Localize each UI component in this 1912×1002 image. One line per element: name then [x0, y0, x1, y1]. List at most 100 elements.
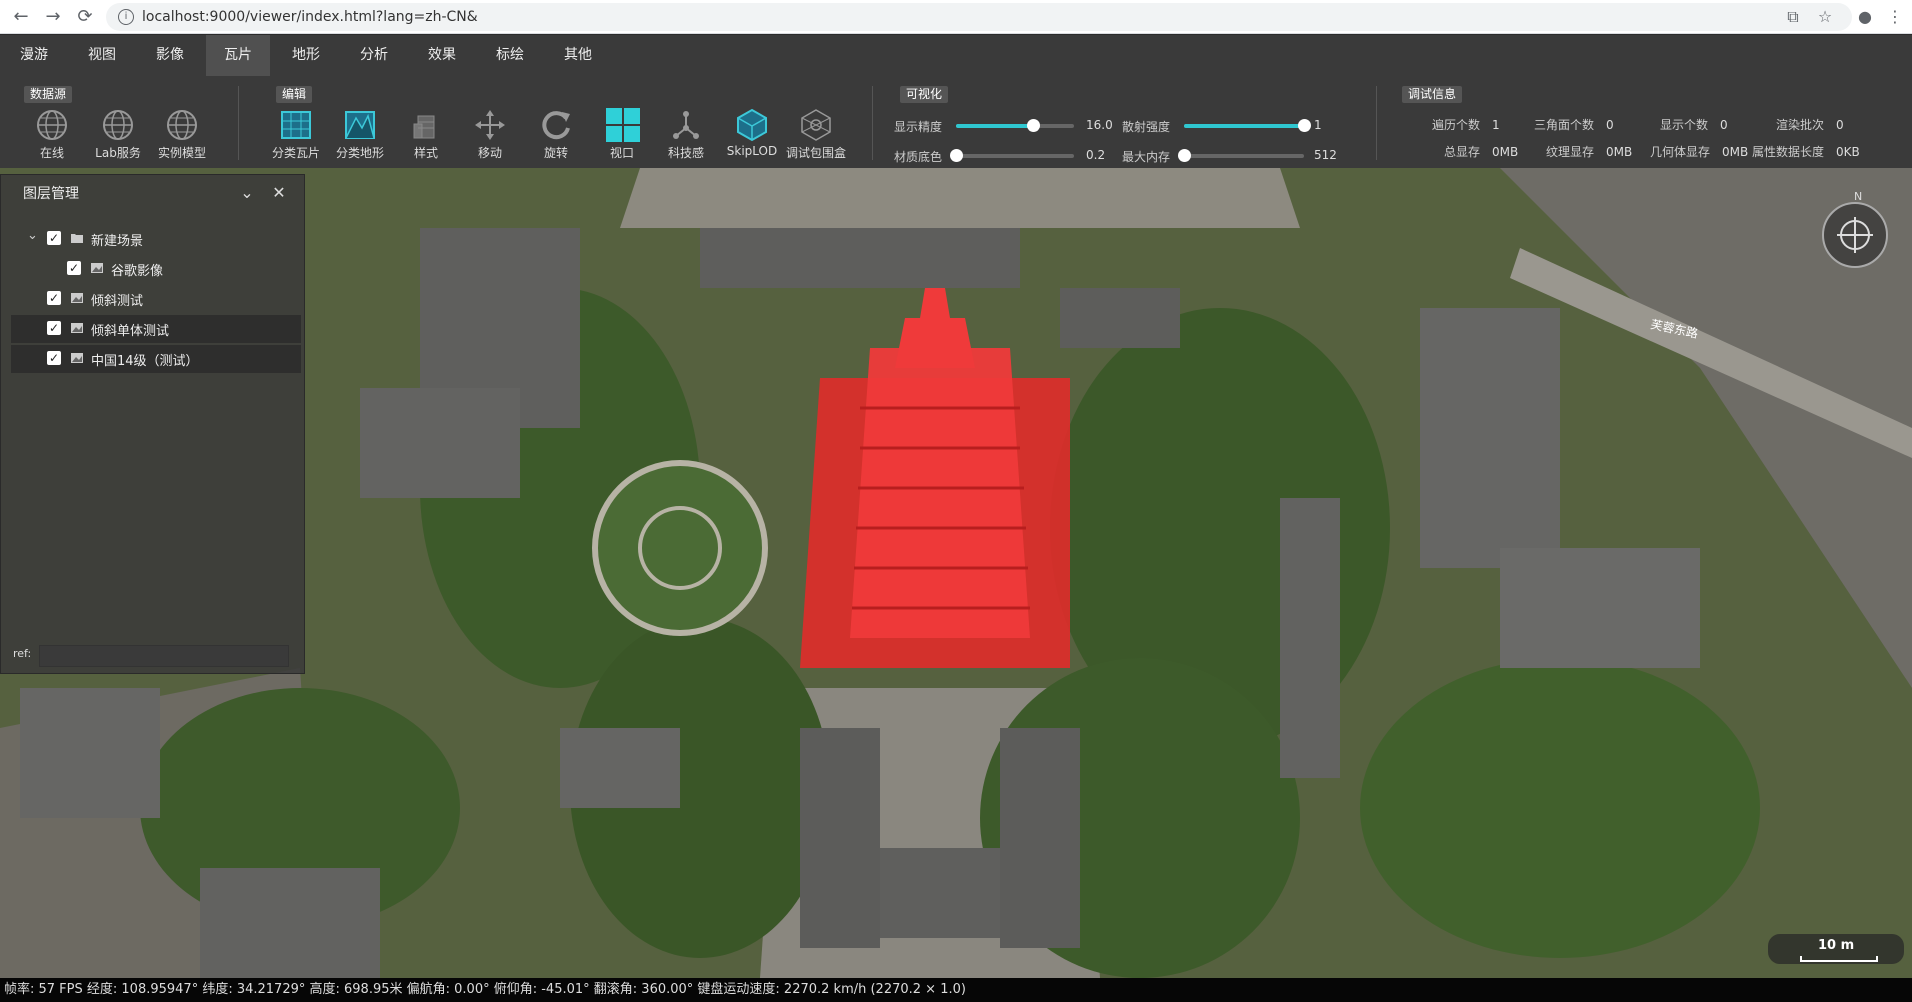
base-color-value: 0.2 — [1086, 148, 1106, 162]
menu-roam[interactable]: 漫游 — [2, 35, 66, 76]
debug-triangle-count: 三角面个数 0 — [1534, 116, 1614, 133]
debug-display-count: 显示个数 0 — [1660, 116, 1728, 133]
image-layer-icon — [91, 263, 103, 273]
checkbox-google-imagery[interactable]: ✓ — [67, 261, 81, 275]
total-memory-value: 0MB — [1492, 145, 1519, 159]
tech-style-button[interactable]: 科技感 — [656, 108, 716, 162]
move-label: 移动 — [477, 146, 502, 160]
building-style-icon — [413, 115, 435, 139]
menu-plotting[interactable]: 标绘 — [478, 35, 542, 76]
texture-memory-value: 0MB — [1606, 145, 1633, 159]
menu-other[interactable]: 其他 — [546, 35, 610, 76]
display-count-label: 显示个数 — [1660, 118, 1709, 132]
bounding-box-icon — [801, 109, 831, 141]
max-memory-slider[interactable] — [1178, 149, 1304, 162]
checkbox-scene-root[interactable]: ✓ — [47, 231, 61, 245]
tree-item-china-level14[interactable]: ✓ 中国14级（测试） — [11, 345, 301, 373]
menu-imagery[interactable]: 影像 — [138, 35, 202, 76]
skiplod-button[interactable]: SkipLOD — [722, 108, 782, 162]
max-memory-value: 512 — [1314, 148, 1337, 162]
scatter-slider[interactable] — [1184, 119, 1311, 132]
precision-slider-fill — [956, 124, 1033, 128]
reload-icon[interactable]: ⟳ — [74, 6, 96, 28]
debug-traverse-count: 遍历个数 1 — [1432, 116, 1500, 133]
tree-item-oblique-monomer-test[interactable]: ✓ 倾斜单体测试 — [11, 315, 301, 343]
address-bar[interactable]: i localhost:9000/viewer/index.html?lang=… — [106, 3, 1852, 31]
forward-icon[interactable]: → — [42, 6, 64, 28]
debug-attribute-length: 属性数据长度 0KB — [1752, 143, 1860, 160]
attribute-length-value: 0KB — [1836, 145, 1860, 159]
tech-network-icon — [673, 111, 699, 139]
online-label: 在线 — [39, 146, 64, 160]
max-memory-label: 最大内存 — [1122, 150, 1171, 164]
menu-dots-icon[interactable]: ⋮ — [1884, 6, 1906, 28]
browser-toolbar: ← → ⟳ i localhost:9000/viewer/index.html… — [0, 0, 1912, 34]
skiplod-label: SkipLOD — [726, 144, 778, 158]
tree-label-oblique-monomer-test: 倾斜单体测试 — [91, 324, 170, 339]
menu-terrain[interactable]: 地形 — [274, 35, 338, 76]
instance-model-button[interactable]: 实例模型 — [152, 108, 212, 162]
checkbox-china-level14[interactable]: ✓ — [47, 351, 61, 365]
viewport-grid-icon — [606, 108, 640, 142]
tree-label-google-imagery: 谷歌影像 — [111, 264, 164, 279]
menu-analysis[interactable]: 分析 — [342, 35, 406, 76]
classify-terrain-button[interactable]: 分类地形 — [330, 108, 390, 162]
viewport-button[interactable]: 视口 — [592, 108, 652, 162]
attribute-length-label: 属性数据长度 — [1752, 145, 1825, 159]
globe-grid-icon — [103, 110, 133, 140]
back-icon[interactable]: ← — [10, 6, 32, 28]
tree-label-oblique-test: 倾斜测试 — [91, 294, 144, 309]
globe-icon — [37, 110, 67, 140]
classify-tiles-label: 分类瓦片 — [271, 146, 320, 160]
account-icon[interactable]: ● — [1854, 6, 1876, 28]
online-button[interactable]: 在线 — [22, 108, 82, 162]
checkbox-oblique-monomer-test[interactable]: ✓ — [47, 321, 61, 335]
precision-label: 显示精度 — [894, 120, 943, 134]
expand-chevron-icon[interactable]: ⌄ — [27, 228, 38, 243]
base-color-slider-knob[interactable] — [950, 149, 963, 162]
debug-bbox-label: 调试包围盒 — [786, 146, 847, 160]
close-icon[interactable]: ✕ — [269, 183, 289, 203]
group-label-edit: 编辑 — [276, 86, 313, 103]
lab-service-label: Lab服务 — [95, 146, 141, 160]
tree-label-scene-root: 新建场景 — [91, 234, 144, 249]
url-text[interactable]: localhost:9000/viewer/index.html?lang=zh… — [142, 9, 478, 25]
tree-item-scene-root[interactable]: ⌄ ✓ 新建场景 — [11, 225, 301, 253]
ribbon-separator — [238, 86, 239, 160]
menu-effects[interactable]: 效果 — [410, 35, 474, 76]
menu-view[interactable]: 视图 — [70, 35, 134, 76]
group-label-debug: 调试信息 — [1402, 86, 1463, 103]
base-color-slider[interactable] — [950, 149, 1074, 162]
move-arrows-icon — [475, 110, 505, 140]
lab-service-button[interactable]: Lab服务 — [88, 108, 148, 162]
bookmark-star-icon[interactable]: ☆ — [1814, 6, 1836, 28]
translate-icon[interactable]: ⧉ — [1782, 6, 1804, 28]
classify-tiles-button[interactable]: 分类瓦片 — [266, 108, 326, 162]
compass-icon[interactable]: N — [1820, 190, 1890, 280]
precision-slider-knob[interactable] — [1026, 119, 1040, 132]
info-icon[interactable]: i — [118, 9, 134, 25]
scale-bar: 10 m — [1768, 934, 1904, 964]
rotate-label: 旋转 — [543, 146, 568, 160]
base-color-label: 材质底色 — [894, 150, 943, 164]
collapse-chevron-icon[interactable]: ⌄ — [237, 183, 257, 203]
ref-label: ref: — [13, 647, 32, 660]
ref-row: ref: — [13, 645, 289, 669]
classify-tiles-icon — [281, 111, 311, 139]
ref-input[interactable] — [39, 645, 289, 667]
style-button[interactable]: 样式 — [396, 108, 456, 162]
tree-item-google-imagery[interactable]: ✓ 谷歌影像 — [11, 255, 301, 283]
rotate-button[interactable]: 旋转 — [526, 108, 586, 162]
instance-model-label: 实例模型 — [157, 146, 206, 160]
traverse-count-value: 1 — [1492, 118, 1500, 132]
tree-item-oblique-test[interactable]: ✓ 倾斜测试 — [11, 285, 301, 313]
precision-slider[interactable] — [956, 119, 1074, 132]
menu-tiles[interactable]: 瓦片 — [206, 35, 270, 76]
move-button[interactable]: 移动 — [460, 108, 520, 162]
layer-panel: 图层管理 ⌄ ✕ ⌄ ✓ 新建场景 ✓ 谷歌影像 ✓ 倾斜测试 ✓ 倾斜单体测试… — [0, 174, 305, 674]
scatter-slider-knob[interactable] — [1298, 119, 1311, 132]
debug-bbox-button[interactable]: 调试包围盒 — [786, 108, 846, 162]
max-memory-slider-knob[interactable] — [1178, 149, 1191, 162]
checkbox-oblique-test[interactable]: ✓ — [47, 291, 61, 305]
folder-icon — [71, 234, 83, 243]
